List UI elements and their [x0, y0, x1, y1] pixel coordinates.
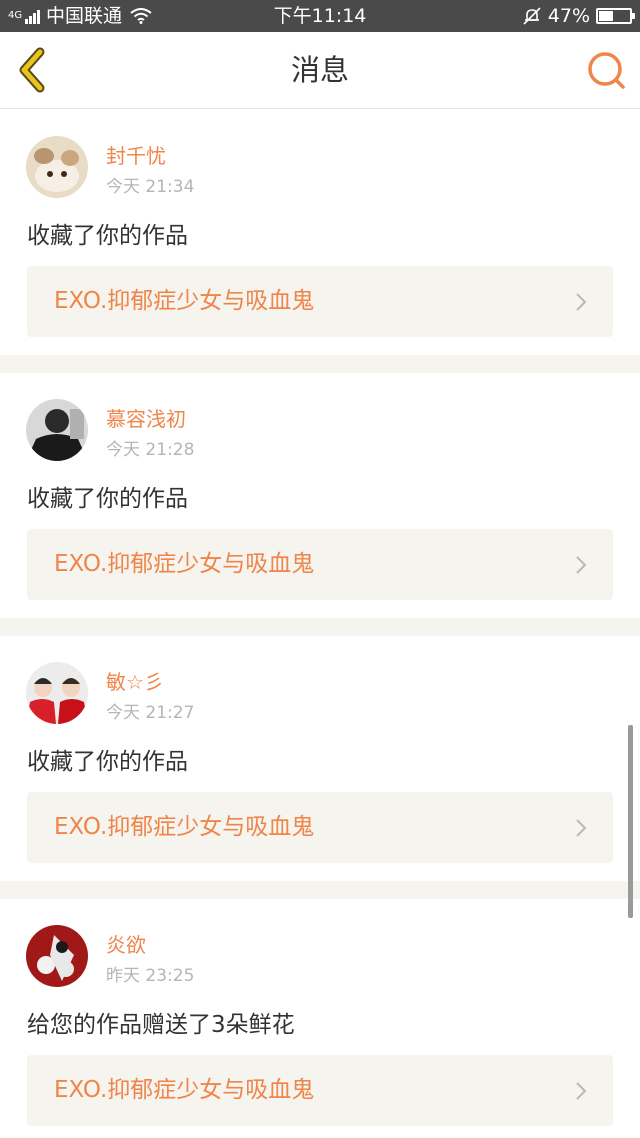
message-time: 今天 21:27 [106, 703, 195, 723]
work-title: EXO.抑郁症少女与吸血鬼 [54, 1077, 315, 1103]
mute-bell-icon [523, 7, 541, 25]
chevron-right-icon [576, 819, 587, 837]
battery-percent: 47% [547, 5, 590, 27]
message-action: 收藏了你的作品 [27, 486, 188, 512]
status-bar: 4G 中国联通 下午11:14 47% [0, 0, 640, 32]
work-link[interactable]: EXO.抑郁症少女与吸血鬼 [27, 1055, 613, 1126]
message-card: 炎欲 昨天 23:25 给您的作品赠送了3朵鲜花 EXO.抑郁症少女与吸血鬼 [0, 899, 640, 1138]
app-header: 消息 [0, 32, 640, 109]
work-link[interactable]: EXO.抑郁症少女与吸血鬼 [27, 792, 613, 863]
chevron-right-icon [576, 293, 587, 311]
message-action: 收藏了你的作品 [27, 749, 188, 775]
network-type-label: 4G [8, 10, 23, 21]
avatar-image [26, 925, 88, 987]
divider [0, 355, 640, 373]
message-time: 昨天 23:25 [106, 966, 195, 986]
avatar[interactable] [26, 925, 88, 987]
avatar[interactable] [26, 662, 88, 724]
username[interactable]: 敏☆彡 [106, 666, 164, 695]
chevron-right-icon [576, 1082, 587, 1100]
search-icon [588, 52, 625, 89]
avatar-image [26, 399, 88, 461]
message-action: 给您的作品赠送了3朵鲜花 [27, 1012, 295, 1038]
battery-level [599, 11, 613, 21]
work-title: EXO.抑郁症少女与吸血鬼 [54, 288, 315, 314]
status-right: 47% [522, 0, 635, 32]
message-list: 封千忧 今天 21:34 收藏了你的作品 EXO.抑郁症少女与吸血鬼 慕容浅初 … [0, 110, 640, 1138]
search-button[interactable] [584, 48, 630, 94]
username[interactable]: 炎欲 [106, 929, 146, 958]
signal-icon [25, 8, 40, 24]
message-time: 今天 21:28 [106, 440, 195, 460]
divider [0, 618, 640, 636]
work-link[interactable]: EXO.抑郁症少女与吸血鬼 [27, 529, 613, 600]
work-title: EXO.抑郁症少女与吸血鬼 [54, 814, 315, 840]
avatar-image [26, 662, 88, 724]
chevron-right-icon [576, 556, 587, 574]
status-left: 4G 中国联通 [8, 0, 152, 32]
message-card: 敏☆彡 今天 21:27 收藏了你的作品 EXO.抑郁症少女与吸血鬼 [0, 636, 640, 881]
message-card: 慕容浅初 今天 21:28 收藏了你的作品 EXO.抑郁症少女与吸血鬼 [0, 373, 640, 618]
network-type: 4G [8, 11, 22, 21]
avatar-image [26, 136, 88, 198]
back-button[interactable] [12, 46, 56, 94]
message-time: 今天 21:34 [106, 177, 195, 197]
work-link[interactable]: EXO.抑郁症少女与吸血鬼 [27, 266, 613, 337]
carrier-name: 中国联通 [46, 5, 123, 27]
page-title: 消息 [290, 53, 349, 87]
message-action: 收藏了你的作品 [27, 223, 188, 249]
work-title: EXO.抑郁症少女与吸血鬼 [54, 551, 315, 577]
message-card: 封千忧 今天 21:34 收藏了你的作品 EXO.抑郁症少女与吸血鬼 [0, 110, 640, 355]
username[interactable]: 封千忧 [106, 140, 166, 169]
username[interactable]: 慕容浅初 [106, 403, 186, 432]
wifi-icon [130, 8, 152, 24]
battery-icon [596, 8, 635, 24]
chevron-left-icon [19, 47, 45, 93]
scrollbar[interactable] [628, 725, 633, 918]
avatar[interactable] [26, 399, 88, 461]
avatar[interactable] [26, 136, 88, 198]
divider [0, 881, 640, 899]
